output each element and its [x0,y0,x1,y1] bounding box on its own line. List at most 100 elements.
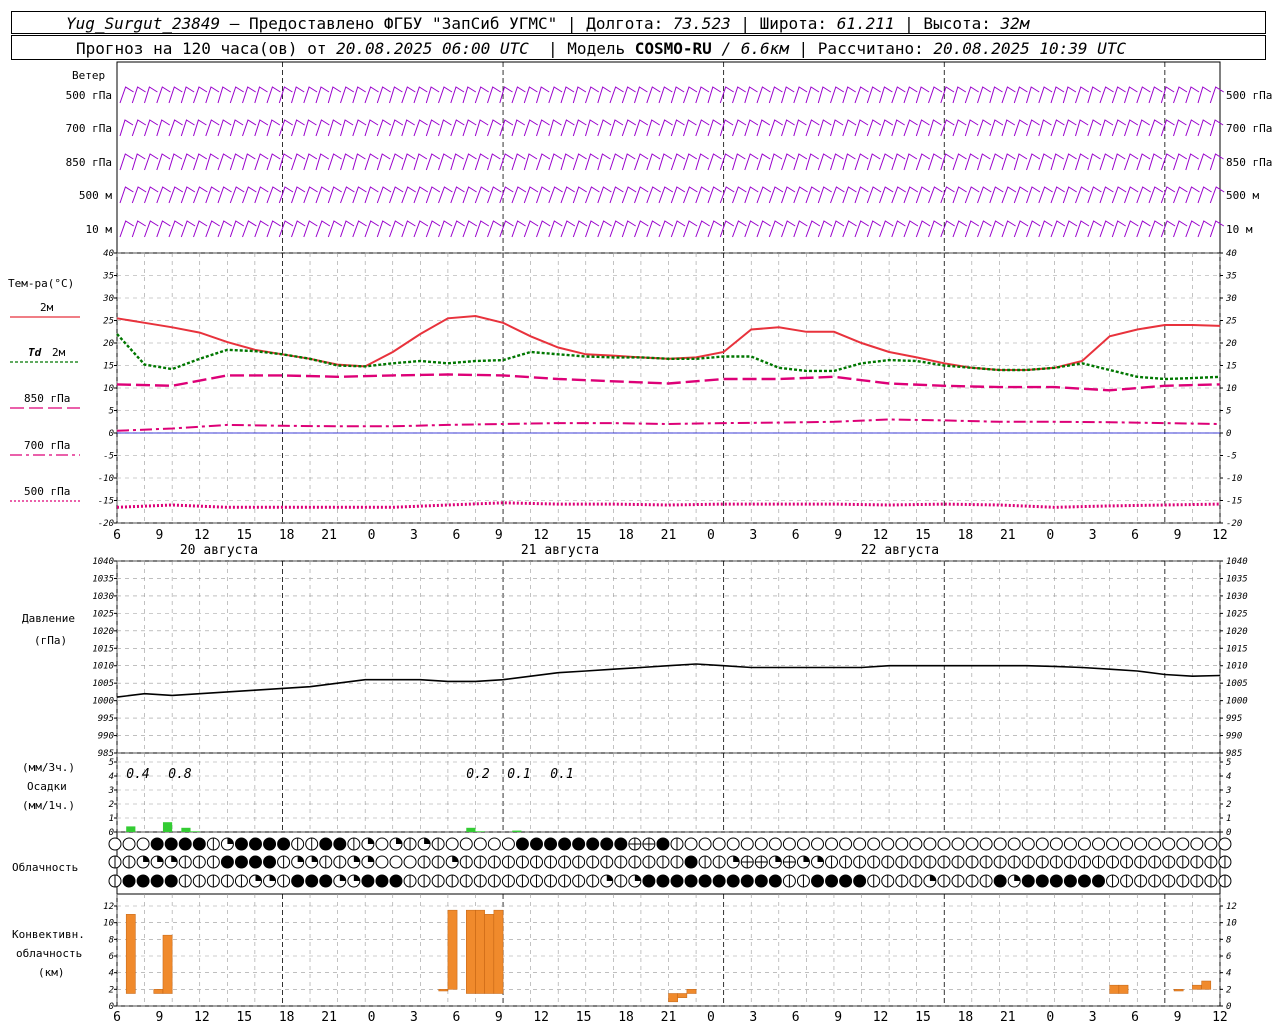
wind-level-left: 700 гПа [66,122,112,135]
wind-barb [830,186,845,204]
wind-barb [1038,119,1052,137]
wind-barb [254,220,269,238]
cloud-symbol [389,855,403,869]
wind-barb [548,186,563,204]
x-tick-label: 0 [1046,1010,1054,1024]
cloud-symbol [501,837,515,851]
cloud-symbol [572,837,586,851]
wind-barb [597,153,611,171]
convective-tick-left: 4 [109,969,114,979]
wind-barb [131,153,146,171]
wind-barb [1173,153,1188,171]
cloud-symbol-quarter [255,875,262,881]
pressure-tick-left: 1000 [92,697,114,707]
wind-barb [683,86,698,104]
cloud-symbol [684,855,698,869]
cloud-symbol [853,874,867,888]
wind-barb [438,220,453,238]
wind-barb [119,186,134,204]
x-tick-label: 15 [236,528,252,543]
wind-barb [303,186,318,204]
x-tick-label: 15 [915,528,931,543]
wind-barb [425,186,441,204]
temperature-tick-left: 40 [103,249,114,259]
wind-barb [1075,86,1090,104]
wind-barb [499,119,514,137]
wind-barb [621,186,637,204]
wind-barb [964,153,979,171]
cloud-symbol [249,837,262,851]
wind-barb [364,119,379,137]
cloud-symbol [586,837,600,851]
cloud-symbol [993,874,1007,888]
wind-barb [291,220,306,238]
x-tick-label: 3 [410,528,418,543]
wind-barb [1197,119,1212,137]
wind-barb [1197,186,1212,204]
cloud-symbol [178,837,192,851]
precip-unit-3h: (мм/3ч.) [22,761,75,774]
wind-barb [131,220,146,238]
cloud-symbol [1021,874,1035,888]
wind-barb [1026,119,1040,137]
precip-tick-right: 4 [1226,772,1231,782]
wind-barb [217,220,233,238]
wind-barb [1197,220,1213,238]
wind-barb [352,153,366,171]
day-label: 20 августа [180,543,258,558]
cloud-symbol-quarter [452,856,459,862]
wind-barb [144,186,159,204]
wind-barb [1173,220,1188,238]
x-tick-label: 6 [1131,1010,1139,1024]
wind-barb [1087,186,1102,204]
wind-barb [1087,86,1101,104]
wind-barb [487,220,502,238]
wind-barb [217,119,232,137]
wind-barb [707,220,723,238]
temperature-series-line [116,333,1221,381]
wind-barb [768,86,783,104]
cloud-symbol [1190,837,1204,851]
cloud-symbol [782,837,796,851]
wind-barb [1209,220,1225,238]
wind-barb [634,186,649,204]
convective-tick-left: 12 [103,902,114,912]
wind-barb [1197,153,1212,171]
cloud-symbol [698,874,712,888]
cloud-symbol-quarter [634,875,641,881]
wind-barb [1173,186,1188,204]
wind-barb [940,119,955,137]
wind-barb [915,153,931,171]
wind-barb [695,86,710,104]
wind-barb [732,86,746,104]
wind-barb [229,119,244,137]
wind-barb [1148,220,1164,238]
wind-barb [621,119,637,137]
wind-barb [977,186,992,204]
wind-barb [266,153,281,171]
wind-barb [156,153,171,171]
convective-title-3: (км) [38,966,65,979]
precip-unit-1h: (мм/1ч.) [22,799,75,812]
wind-barb [205,220,220,238]
x-tick-label: 15 [576,1010,592,1024]
wind-barb [1111,186,1127,204]
wind-barb [646,153,661,171]
wind-barb [756,119,771,137]
wind-barb [548,119,562,137]
convective-bar [466,909,476,994]
convective-bar [447,909,458,990]
wind-barb [793,220,808,238]
legend-label: 850 гПа [24,392,70,405]
wind-barb [597,119,612,137]
wind-barb [781,86,795,104]
x-tick-label: 0 [368,1010,376,1024]
cloud-symbol [768,837,782,851]
wind-barb [1148,186,1164,204]
convective-bar [493,909,504,994]
convective-bar [1173,989,1184,992]
wind-barb [462,153,477,171]
wind-barb [340,86,355,104]
wind-barb [928,119,942,137]
precip-tick-left: 5 [109,758,114,768]
